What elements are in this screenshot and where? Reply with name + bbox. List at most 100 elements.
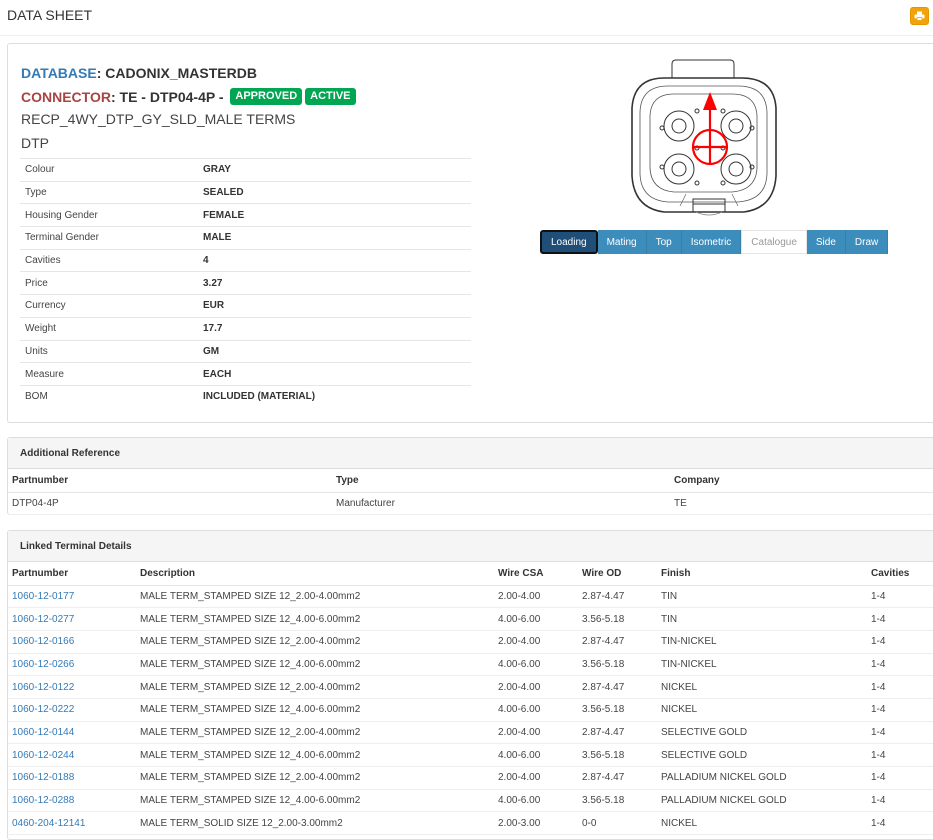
terminal-finish-cell: NICKEL [657, 811, 867, 836]
column-header-type: Type [332, 469, 670, 493]
terminal-finish-cell: TIN [657, 585, 867, 609]
spec-table: Colour GRAY Type SEALED Housing Gender FEMALE… [20, 158, 471, 409]
page-header: DATA SHEET [0, 0, 933, 36]
linked-terminals-heading: Linked Terminal Details [8, 531, 933, 562]
terminal-wire-od-cell: 0-0 [578, 811, 657, 836]
view-button-top[interactable]: Top [646, 230, 682, 254]
column-header-company: Company [670, 469, 933, 493]
terminal-partnumber-link[interactable]: 1060-12-0244 [12, 750, 74, 761]
spec-row: Terminal Gender MALE [20, 226, 471, 250]
terminal-cavities-cell: 1-4 [867, 743, 933, 767]
terminal-finish-cell: SELECTIVE GOLD [657, 743, 867, 767]
column-header-description: Description [136, 562, 494, 586]
print-icon [914, 11, 925, 21]
connector-family: DTP [21, 135, 49, 151]
terminal-partnumber-cell: 1060-12-0244 [8, 743, 136, 767]
column-header-finish: Finish [657, 562, 867, 586]
ref-company: TE [670, 492, 933, 516]
terminal-partnumber-link[interactable]: 0460-204-12141 [12, 818, 85, 829]
terminal-partnumber-link[interactable]: 1060-12-0222 [12, 704, 74, 715]
terminal-partnumber-link[interactable]: 1060-12-0188 [12, 772, 74, 783]
view-button-mating[interactable]: Mating [597, 230, 647, 254]
terminal-partnumber-cell: 1060-12-0122 [8, 675, 136, 699]
terminal-wire-csa-cell: 4.00-6.00 [494, 607, 578, 631]
terminal-description-cell: MALE TERM_STAMPED SIZE 12_4.00-6.00mm2 [136, 698, 494, 722]
column-header-partnumber: Partnumber [8, 562, 136, 586]
spec-row: Currency EUR [20, 294, 471, 318]
terminal-wire-od-cell: 2.87-4.47 [578, 721, 657, 745]
terminal-wire-od-cell: 3.56-5.18 [578, 698, 657, 722]
spec-value: EUR [203, 294, 471, 318]
ref-type: Manufacturer [332, 492, 670, 516]
table-row: 1060-12-0122 MALE TERM_STAMPED SIZE 12_2.… [8, 675, 933, 699]
terminal-description-cell: MALE TERM_STAMPED SIZE 12_4.00-6.00mm2 [136, 607, 494, 631]
terminal-partnumber-link[interactable]: 1060-12-0288 [12, 795, 74, 806]
spec-label: Cavities [20, 248, 203, 272]
terminal-finish-cell: NICKEL [657, 675, 867, 699]
terminal-cavities-cell: 1-4 [867, 789, 933, 813]
terminal-description-cell: MALE TERM_STAMPED SIZE 12_4.00-6.00mm2 [136, 653, 494, 677]
terminal-description-cell: MALE TERM_STAMPED SIZE 12_2.00-4.00mm2 [136, 675, 494, 699]
approved-badge: APPROVED [230, 88, 303, 105]
table-row: 1060-12-0166 MALE TERM_STAMPED SIZE 12_2.… [8, 630, 933, 654]
terminal-partnumber-link[interactable]: 1060-12-0266 [12, 659, 74, 670]
view-button-draw[interactable]: Draw [845, 230, 889, 254]
table-row: 1060-12-0222 MALE TERM_STAMPED SIZE 12_4.… [8, 698, 933, 722]
table-row: DTP04-4P Manufacturer TE [8, 492, 933, 516]
terminal-partnumber-link[interactable]: 1060-12-0166 [12, 636, 74, 647]
terminal-wire-csa-cell: 4.00-6.00 [494, 743, 578, 767]
page-title: DATA SHEET [7, 7, 93, 23]
terminal-cavities-cell: 1-4 [867, 811, 933, 836]
terminal-finish-cell: NICKEL [657, 698, 867, 722]
spec-label: Terminal Gender [20, 226, 203, 250]
spec-value: 4 [203, 248, 471, 272]
terminal-wire-od-cell: 2.87-4.47 [578, 675, 657, 699]
terminal-wire-csa-cell: 4.00-6.00 [494, 698, 578, 722]
terminal-wire-od-cell: 2.87-4.47 [578, 585, 657, 609]
print-button[interactable] [910, 7, 929, 25]
spec-value: INCLUDED (MATERIAL) [203, 384, 471, 409]
terminal-wire-csa-cell: 4.00-6.00 [494, 653, 578, 677]
terminal-partnumber-cell: 1060-12-0188 [8, 766, 136, 790]
spec-row: Type SEALED [20, 180, 471, 204]
table-row: 1060-12-0144 MALE TERM_STAMPED SIZE 12_2.… [8, 721, 933, 745]
spec-value: GM [203, 339, 471, 363]
terminal-partnumber-cell: 1060-12-0266 [8, 653, 136, 677]
column-header-wire-csa: Wire CSA [494, 562, 578, 586]
terminal-partnumber-cell: 1060-12-0166 [8, 630, 136, 654]
terminal-partnumber-link[interactable]: 1060-12-0177 [12, 591, 74, 602]
table-row: 1060-12-0188 MALE TERM_STAMPED SIZE 12_2.… [8, 766, 933, 790]
view-selector: Loading Mating Top Isometric Catalogue Side Dr… [540, 230, 889, 254]
terminal-cavities-cell: 1-4 [867, 721, 933, 745]
spec-row: Colour GRAY [20, 158, 471, 182]
terminal-description-cell: MALE TERM_STAMPED SIZE 12_4.00-6.00mm2 [136, 743, 494, 767]
terminal-wire-od-cell: 3.56-5.18 [578, 743, 657, 767]
table-header-row: Partnumber Description Wire CSA Wire OD … [8, 562, 933, 586]
view-button-isometric[interactable]: Isometric [681, 230, 742, 254]
terminal-partnumber-link[interactable]: 1060-12-0277 [12, 614, 74, 625]
table-row: 1060-12-0277 MALE TERM_STAMPED SIZE 12_4.… [8, 607, 933, 631]
spec-label: Currency [20, 294, 203, 318]
spec-label: Measure [20, 362, 203, 386]
terminal-finish-cell: PALLADIUM NICKEL GOLD [657, 789, 867, 813]
terminal-cavities-cell: 1-4 [867, 585, 933, 609]
terminal-description-cell: MALE TERM_STAMPED SIZE 12_2.00-4.00mm2 [136, 630, 494, 654]
terminal-partnumber-cell: 1060-12-0277 [8, 607, 136, 631]
spec-value: 3.27 [203, 271, 471, 295]
additional-reference-panel: Additional Reference Partnumber Type Com… [7, 437, 933, 516]
view-button-side[interactable]: Side [806, 230, 846, 254]
terminal-cavities-cell: 1-4 [867, 766, 933, 790]
terminal-partnumber-link[interactable]: 1060-12-0144 [12, 727, 74, 738]
connector-drawing [631, 59, 777, 216]
column-header-wire-od: Wire OD [578, 562, 657, 586]
terminal-finish-cell: TIN-NICKEL [657, 653, 867, 677]
terminal-wire-od-cell: 3.56-5.18 [578, 653, 657, 677]
spec-value: GRAY [203, 158, 471, 182]
terminal-wire-od-cell: 3.56-5.18 [578, 789, 657, 813]
table-row: 1060-12-0177 MALE TERM_STAMPED SIZE 12_2.… [8, 585, 933, 609]
table-row: 1060-12-0266 MALE TERM_STAMPED SIZE 12_4.… [8, 653, 933, 677]
terminal-wire-csa-cell: 2.00-4.00 [494, 585, 578, 609]
terminal-partnumber-link[interactable]: 1060-12-0122 [12, 682, 74, 693]
view-button-loading[interactable]: Loading [540, 230, 598, 254]
spec-value: EACH [203, 362, 471, 386]
